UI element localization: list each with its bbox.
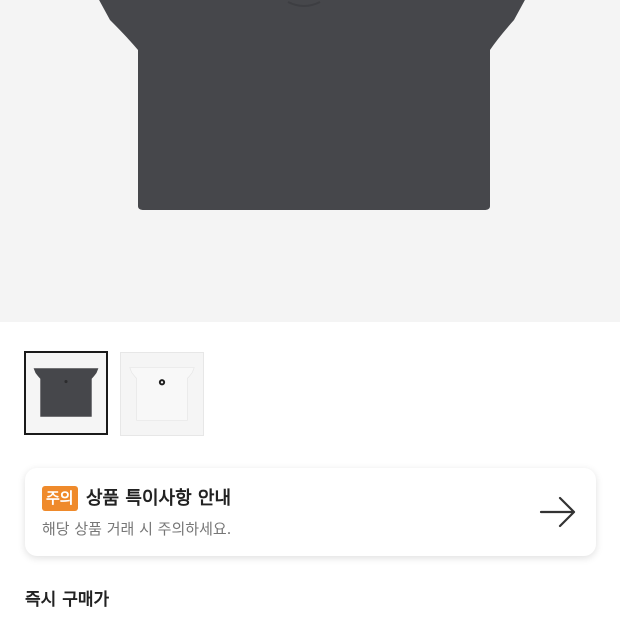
instant-buy-price-title: 즉시 구매가 [25, 590, 110, 610]
thumbnail-strip [24, 351, 224, 439]
tshirt-thumbnail-icon [129, 367, 195, 421]
notice-title: 상품 특이사항 안내 [86, 488, 232, 509]
arrow-right-icon[interactable] [539, 496, 577, 528]
notice-card[interactable]: 주의 상품 특이사항 안내 해당 상품 거래 시 주의하세요. [25, 468, 596, 556]
notice-subtitle: 해당 상품 거래 시 주의하세요. [42, 520, 232, 538]
thumbnail-white[interactable] [120, 352, 204, 436]
tshirt-image [99, 0, 525, 210]
thumbnail-charcoal[interactable] [24, 351, 108, 435]
caution-badge: 주의 [42, 486, 78, 511]
product-main-image [0, 0, 620, 322]
tshirt-thumbnail-icon [33, 368, 99, 417]
